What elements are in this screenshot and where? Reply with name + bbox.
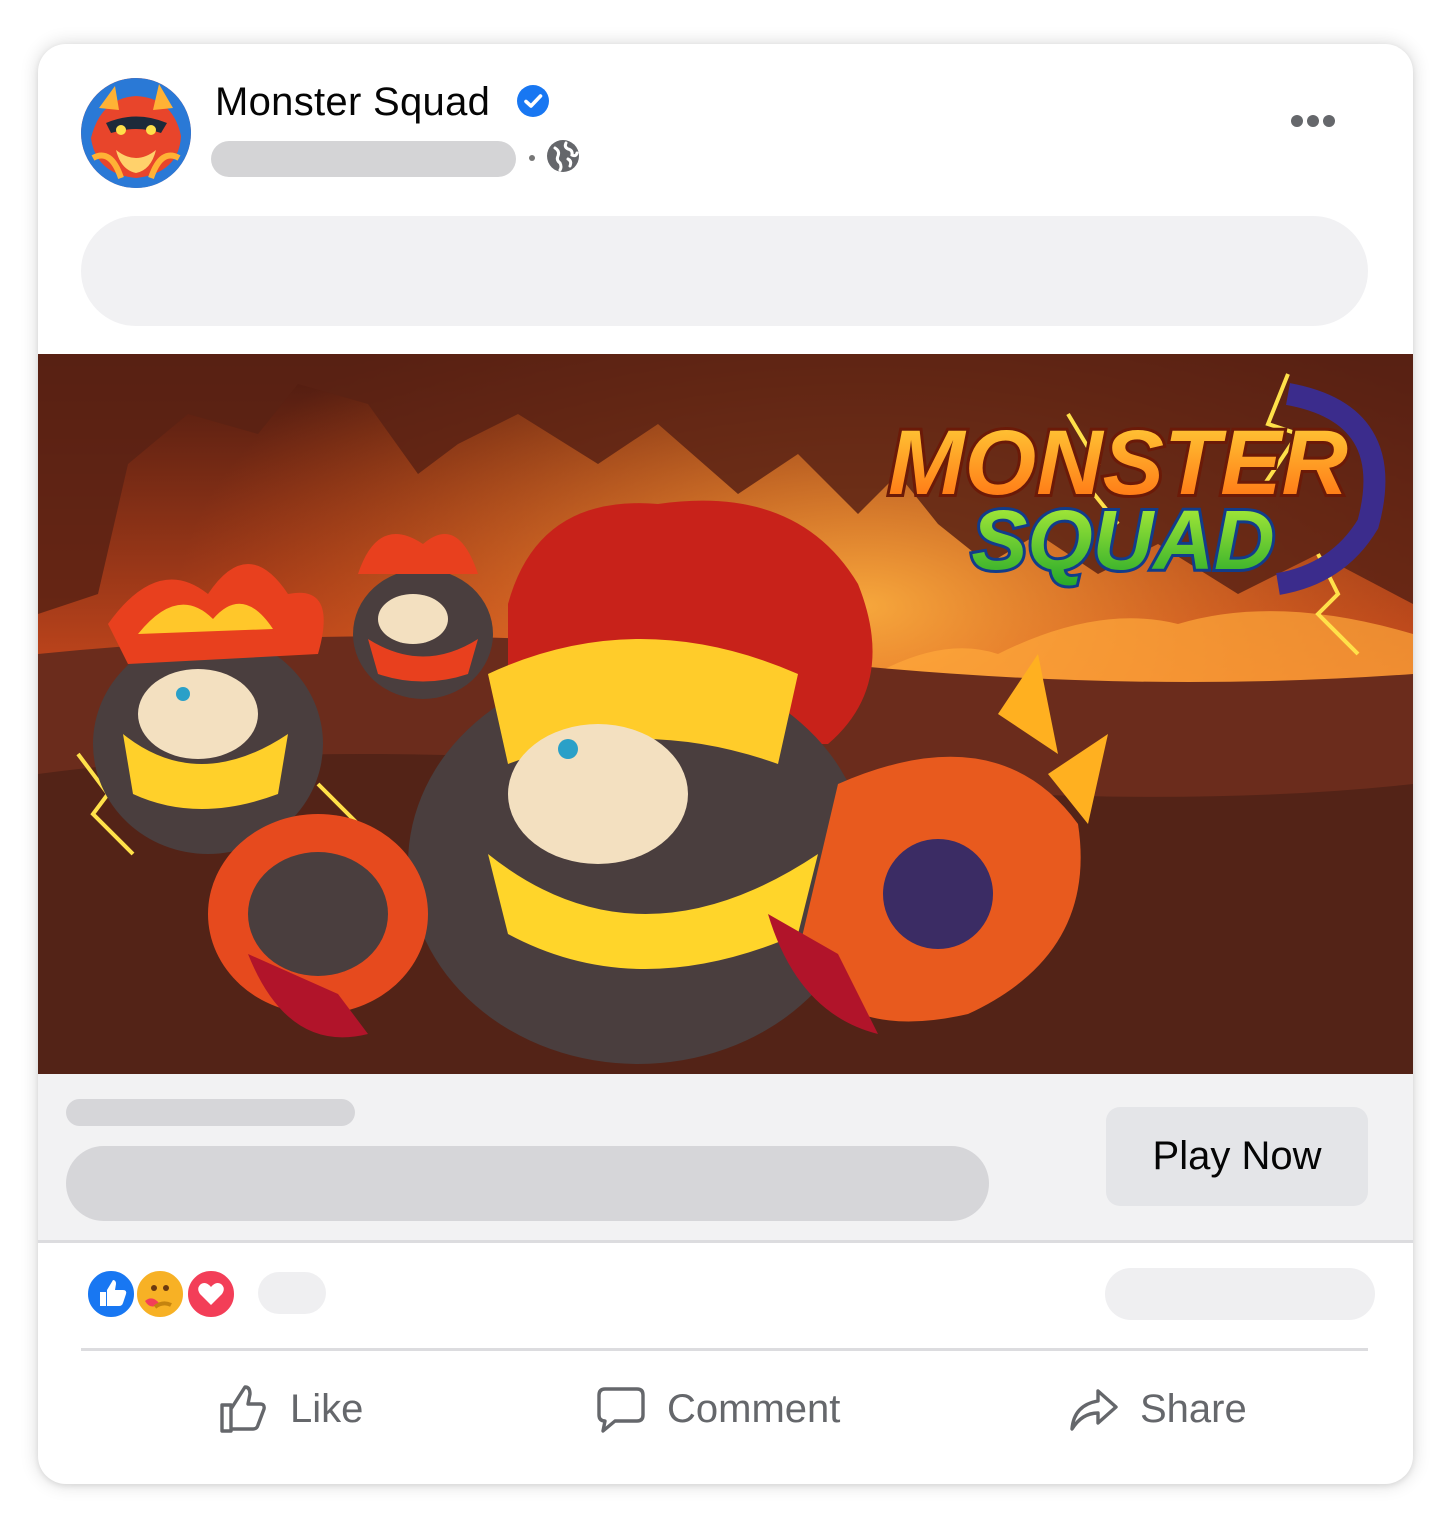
divider [38,1240,1413,1243]
speech-bubble-icon [597,1387,645,1433]
link-domain-placeholder [66,1099,355,1126]
globe-icon [547,140,579,172]
ad-image[interactable]: MONSTER SQUAD [38,354,1413,1074]
divider [81,1348,1368,1351]
logo-line-2: SQUAD [971,493,1274,587]
like-reaction-icon [85,1268,137,1320]
verified-badge-icon [517,85,549,117]
cta-bar: Play Now [38,1074,1413,1240]
post-text-placeholder [81,216,1368,326]
dragon-avatar-illustration [81,78,191,188]
more-dot [1307,115,1319,127]
care-face-glyph [145,1285,172,1309]
share-label: Share [1140,1386,1247,1431]
love-reaction-icon [185,1268,237,1320]
more-options-button[interactable] [1291,114,1345,140]
like-label: Like [290,1386,364,1431]
monster-middle-back [353,534,493,699]
thumbs-up-outline-icon [220,1385,266,1433]
page-name[interactable]: Monster Squad [215,80,490,125]
comments-shares-placeholder [1105,1268,1375,1320]
reaction-count-placeholder [258,1272,326,1314]
ad-post-card: Monster Squad MONSTER SQUAD Play Now Lik… [38,44,1413,1484]
care-reaction-icon [134,1268,186,1320]
link-headline-placeholder [66,1146,989,1221]
page-avatar[interactable] [81,78,191,188]
play-now-button[interactable]: Play Now [1106,1107,1368,1206]
like-button[interactable]: Like [218,1374,363,1444]
more-horizontal-icon [1291,115,1303,127]
separator-dot [529,155,535,161]
comment-button[interactable]: Comment [595,1374,840,1444]
more-dot [1323,115,1335,127]
monster-squad-artwork: MONSTER SQUAD [38,354,1413,1074]
timestamp-placeholder [211,141,516,177]
thumbs-up-glyph [100,1280,127,1306]
share-button[interactable]: Share [1068,1374,1247,1444]
share-arrow-icon [1070,1389,1118,1431]
comment-label: Comment [667,1386,841,1431]
heart-glyph [198,1283,224,1305]
reaction-summary[interactable] [85,1268,245,1322]
monster-left-back [93,564,324,854]
